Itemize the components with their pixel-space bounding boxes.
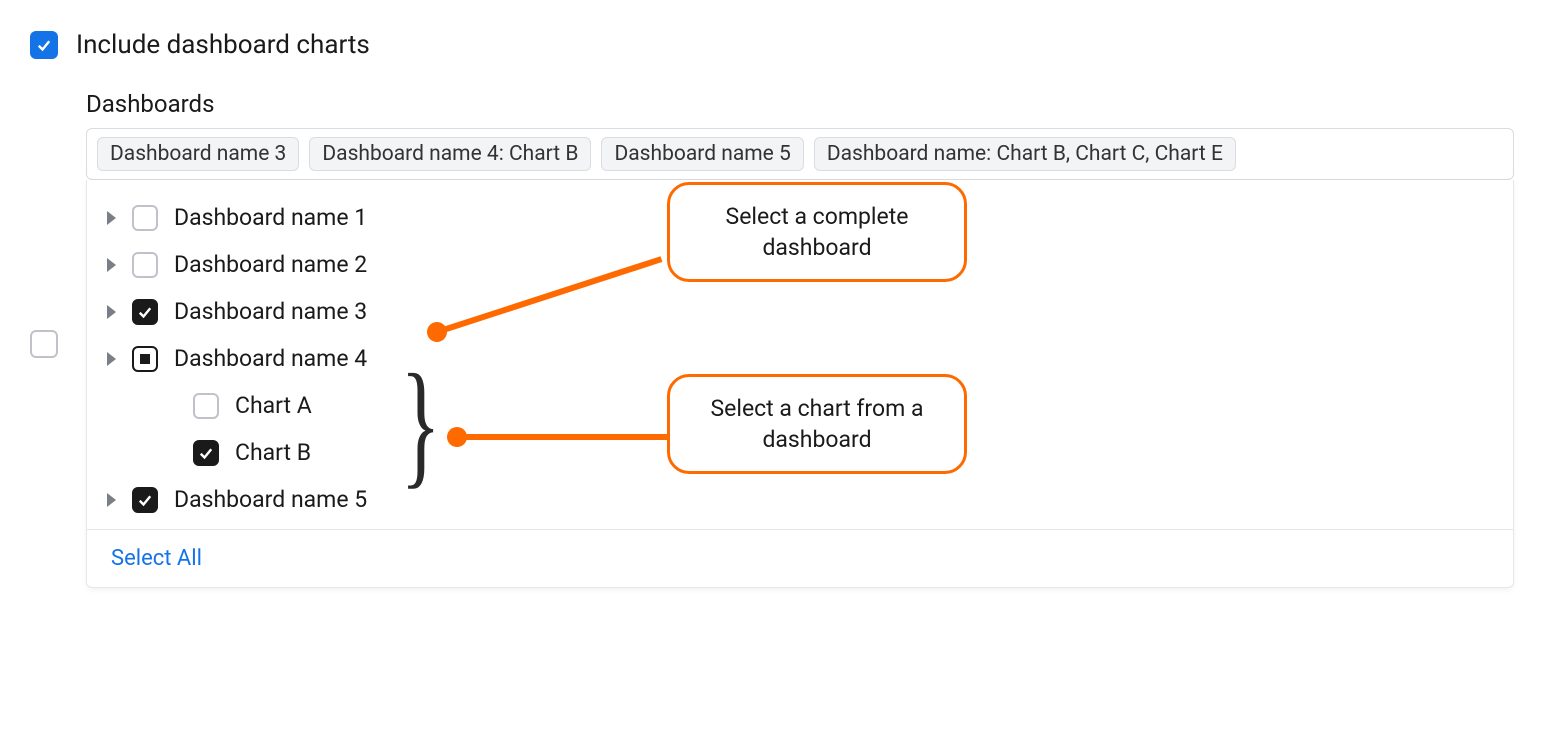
annotation-connector [457, 434, 669, 440]
dashboards-label: Dashboards [86, 90, 1514, 118]
check-icon [136, 303, 154, 321]
chevron-right-icon[interactable] [107, 352, 116, 366]
tag-item[interactable]: Dashboard name 3 [97, 137, 299, 171]
dropdown-panel: Select a complete dashboard Select a cha… [86, 180, 1514, 588]
check-icon [136, 491, 154, 509]
chevron-right-icon[interactable] [107, 258, 116, 272]
include-dashboard-label: Include dashboard charts [76, 30, 370, 60]
tree-checkbox[interactable] [132, 299, 158, 325]
tag-item[interactable]: Dashboard name 5 [601, 137, 803, 171]
tree-label: Dashboard name 2 [174, 251, 367, 278]
tree-checkbox[interactable] [193, 393, 219, 419]
chevron-right-icon[interactable] [107, 493, 116, 507]
tree-row[interactable]: Dashboard name 3 [87, 288, 1513, 335]
check-icon [197, 444, 215, 462]
select-all-link[interactable]: Select All [111, 546, 202, 571]
tree-label: Dashboard name 4 [174, 345, 367, 372]
tree-checkbox[interactable] [193, 440, 219, 466]
chevron-right-icon[interactable] [107, 305, 116, 319]
tag-item[interactable]: Dashboard name 4: Chart B [309, 137, 591, 171]
tree-label: Dashboard name 1 [174, 204, 367, 231]
tree-label: Dashboard name 3 [174, 298, 367, 325]
check-icon [35, 36, 53, 54]
include-dashboard-checkbox[interactable] [30, 31, 58, 59]
chevron-right-icon[interactable] [107, 211, 116, 225]
brace-icon: } [400, 354, 440, 494]
dashboard-tree: Select a complete dashboard Select a cha… [87, 194, 1513, 523]
annotation-complete: Select a complete dashboard [667, 182, 967, 282]
tree-label: Chart B [235, 439, 311, 466]
tree-label: Chart A [235, 392, 312, 419]
tree-checkbox[interactable] [132, 487, 158, 513]
annotation-text: Select a complete dashboard [726, 203, 909, 261]
tree-checkbox[interactable] [132, 205, 158, 231]
tree-checkbox[interactable] [132, 252, 158, 278]
selected-tags-input[interactable]: Dashboard name 3 Dashboard name 4: Chart… [86, 128, 1514, 180]
section-checkbox[interactable] [30, 330, 58, 358]
tree-row[interactable]: Dashboard name 5 [87, 476, 1513, 523]
tree-checkbox-indeterminate[interactable] [132, 346, 158, 372]
tree-label: Dashboard name 5 [174, 486, 367, 513]
annotation-text: Select a chart from a dashboard [711, 395, 924, 453]
annotation-chart: Select a chart from a dashboard [667, 374, 967, 474]
tag-item[interactable]: Dashboard name: Chart B, Chart C, Chart … [814, 137, 1236, 171]
